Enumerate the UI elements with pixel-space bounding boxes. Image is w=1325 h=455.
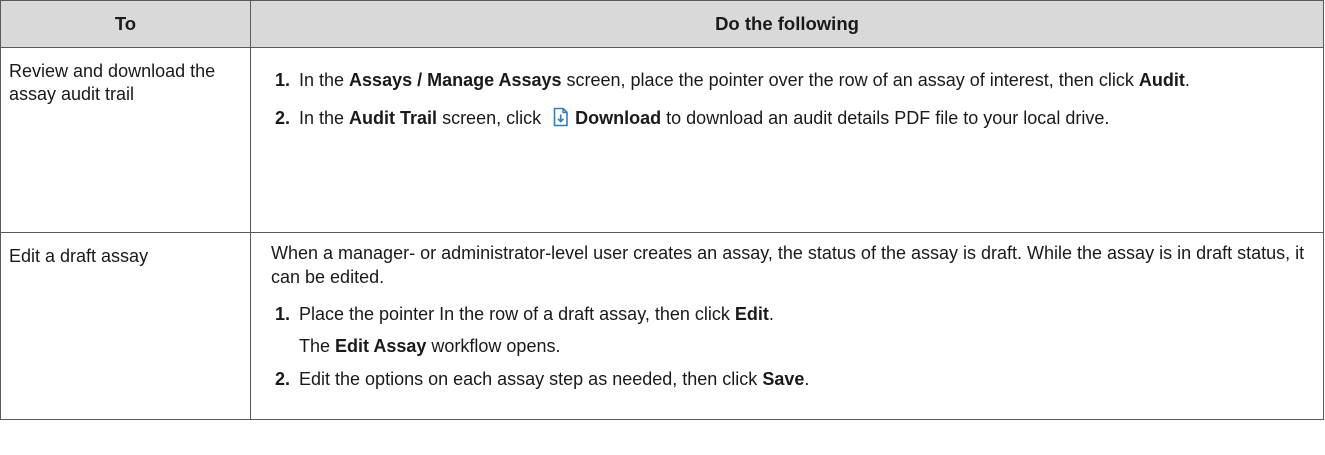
step-number: 2. (275, 369, 291, 389)
screen-name: Audit Trail (349, 108, 438, 128)
screen-name: Assays / Manage Assays (349, 70, 562, 90)
task-cell: Review and download the assay audit trai… (0, 47, 251, 233)
step-text: Edit the options on each assay step as n… (299, 369, 763, 389)
step-text: . (804, 369, 810, 389)
step-text: screen, place the pointer over the row o… (561, 70, 1139, 90)
task-cell: Edit a draft assay (0, 232, 251, 420)
step-list: 1. Place the pointer In the row of a draf… (271, 301, 1309, 392)
instructions-cell: 1. In the Assays / Manage Assays screen, … (250, 47, 1324, 233)
procedure-table: To Do the following Review and download … (0, 0, 1324, 420)
header-to: To (0, 0, 251, 48)
table-row: Edit a draft assay When a manager- or ad… (0, 232, 1324, 420)
result-text: workflow opens. (426, 336, 561, 356)
step-number: 2. (275, 108, 291, 128)
workflow-name: Edit Assay (335, 336, 427, 356)
ui-action-name: Save (762, 369, 805, 389)
step-number: 1. (275, 304, 291, 324)
intro-paragraph: When a manager- or administrator-level u… (271, 243, 1305, 287)
step-text: . (1184, 70, 1190, 90)
step-list: 1. In the Assays / Manage Assays screen, … (271, 67, 1309, 134)
step-result: The Edit Assay workflow opens. (299, 333, 1309, 359)
step-text: . (768, 304, 774, 324)
step-number: 1. (275, 70, 291, 90)
ui-action-name: Audit (1138, 70, 1185, 90)
step-item: 1. In the Assays / Manage Assays screen, … (271, 67, 1309, 93)
step-text: In the (299, 70, 350, 90)
download-file-icon (552, 107, 569, 134)
ui-action-name: Edit (734, 304, 769, 324)
step-item: 2. Edit the options on each assay step as… (271, 366, 1309, 392)
step-item: 2. In the Audit Trail screen, click Downl… (271, 105, 1309, 134)
step-item: 1. Place the pointer In the row of a draf… (271, 301, 1309, 359)
step-text: In the (299, 108, 350, 128)
ui-action-name: Download (575, 108, 662, 128)
instructions-cell: When a manager- or administrator-level u… (250, 232, 1324, 420)
step-text: Place the pointer In the row of a draft … (299, 304, 735, 324)
step-text: screen, click (437, 108, 547, 128)
result-text: The (299, 336, 336, 356)
table-row: Review and download the assay audit trai… (0, 47, 1324, 233)
step-text: to download an audit details PDF file to… (661, 108, 1110, 128)
header-do: Do the following (250, 0, 1324, 48)
header-row: To Do the following (0, 0, 1324, 48)
